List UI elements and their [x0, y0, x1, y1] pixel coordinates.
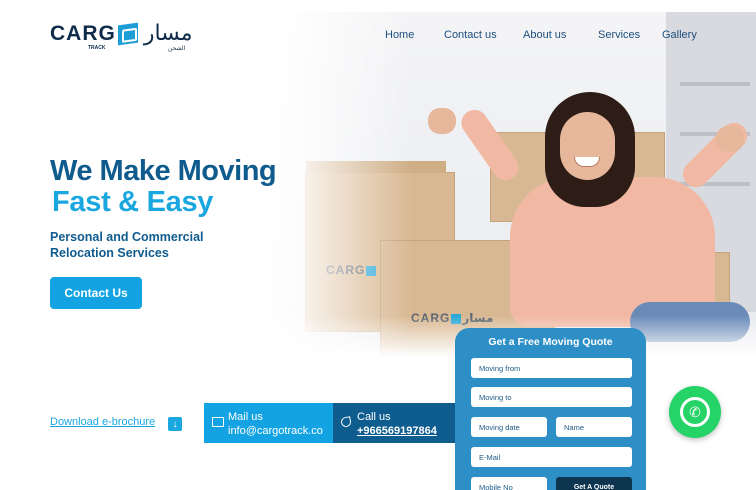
call-value[interactable]: +966569197864 — [357, 425, 437, 437]
moving-date-field[interactable]: Moving date — [471, 417, 547, 437]
hero-subtitle: Personal and Commercial Relocation Servi… — [50, 230, 204, 260]
logo-subtitle-arabic: الشحن — [168, 46, 186, 52]
call-us-box[interactable]: Call us +966569197864 — [333, 403, 455, 443]
nav-about-us[interactable]: About us — [523, 29, 566, 41]
hero-image: CARG CARGمسار CARG — [250, 12, 756, 357]
shelf — [680, 82, 750, 86]
quote-form: Get a Free Moving Quote Moving from Movi… — [455, 328, 646, 490]
mail-us-box[interactable]: Mail us info@cargotrack.co — [204, 403, 333, 443]
nav-home[interactable]: Home — [385, 29, 414, 41]
logo-cube-icon — [117, 22, 138, 45]
logo-text: CARG — [50, 21, 116, 45]
moving-from-field[interactable]: Moving from — [471, 358, 632, 378]
phone-icon — [340, 416, 352, 428]
nav-services[interactable]: Services — [598, 29, 640, 41]
call-label: Call us — [357, 411, 391, 423]
logo-subtitle: TRACK — [88, 45, 106, 51]
hero-title-accent: Fast & Easy — [52, 186, 214, 218]
mail-icon — [212, 417, 224, 427]
mail-value[interactable]: info@cargotrack.co — [228, 425, 323, 437]
whatsapp-button[interactable]: ✆ — [669, 386, 721, 438]
box-logo: CARG مسار — [411, 311, 494, 325]
brand-logo[interactable]: CARG مسار TRACK الشحن — [50, 21, 193, 52]
nav-contact-us[interactable]: Contact us — [444, 29, 497, 41]
nav-gallery[interactable]: Gallery — [662, 29, 697, 41]
download-icon[interactable]: ↓ — [168, 417, 182, 431]
mobile-field[interactable]: Mobile No — [471, 477, 547, 490]
name-field[interactable]: Name — [556, 417, 632, 437]
get-quote-button[interactable]: Get A Quote — [556, 477, 632, 490]
mail-label: Mail us — [228, 411, 263, 423]
contact-us-button[interactable]: Contact Us — [50, 277, 142, 309]
moving-to-field[interactable]: Moving to — [471, 387, 632, 407]
person-face — [560, 112, 615, 180]
hero-title: We Make Moving — [50, 155, 277, 187]
quote-form-title: Get a Free Moving Quote — [488, 336, 613, 348]
whatsapp-icon: ✆ — [680, 397, 710, 427]
download-brochure-link[interactable]: Download e-brochure — [50, 416, 155, 428]
email-field[interactable]: E-Mail — [471, 447, 632, 467]
logo-arabic: مسار — [143, 21, 193, 46]
box-logo: CARG — [326, 263, 377, 277]
